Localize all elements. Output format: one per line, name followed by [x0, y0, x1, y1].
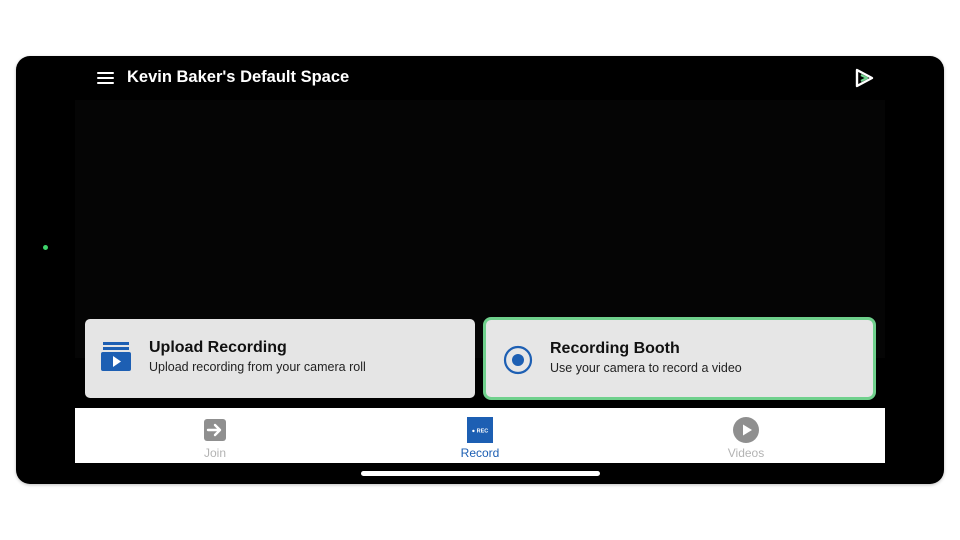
- tab-join-label: Join: [203, 446, 226, 460]
- tab-record[interactable]: ● REC Record: [410, 408, 550, 463]
- camera-indicator-dot: [43, 245, 48, 250]
- bottom-tab-bar: Join ● REC Record Videos: [75, 408, 885, 463]
- recording-booth-title: Recording Booth: [550, 340, 680, 357]
- tab-join[interactable]: Join: [145, 408, 285, 463]
- rec-badge-icon: ● REC: [467, 417, 493, 443]
- upload-recording-title: Upload Recording: [149, 339, 287, 356]
- recording-booth-card[interactable]: Recording Booth Use your camera to recor…: [483, 317, 876, 400]
- upload-recording-card[interactable]: Upload Recording Upload recording from y…: [85, 319, 475, 398]
- space-title: Kevin Baker's Default Space: [127, 68, 350, 86]
- upload-video-icon: [101, 342, 131, 371]
- play-circle-icon: [733, 417, 759, 443]
- hamburger-menu-icon[interactable]: [95, 68, 117, 88]
- tab-videos[interactable]: Videos: [676, 408, 816, 463]
- tab-videos-label: Videos: [727, 446, 765, 460]
- record-radio-icon: [503, 345, 533, 375]
- recording-booth-subtitle: Use your camera to record a video: [550, 361, 742, 375]
- phone-screen: Kevin Baker's Default Space Upload Recor…: [16, 56, 944, 484]
- svg-text:● REC: ● REC: [472, 429, 488, 435]
- top-app-bar: Kevin Baker's Default Space: [75, 56, 885, 100]
- home-indicator[interactable]: [361, 471, 600, 476]
- join-arrow-icon: [204, 419, 226, 441]
- upload-recording-subtitle: Upload recording from your camera roll: [149, 360, 366, 374]
- app-logo-icon[interactable]: [852, 66, 876, 90]
- tab-record-label: Record: [460, 446, 500, 460]
